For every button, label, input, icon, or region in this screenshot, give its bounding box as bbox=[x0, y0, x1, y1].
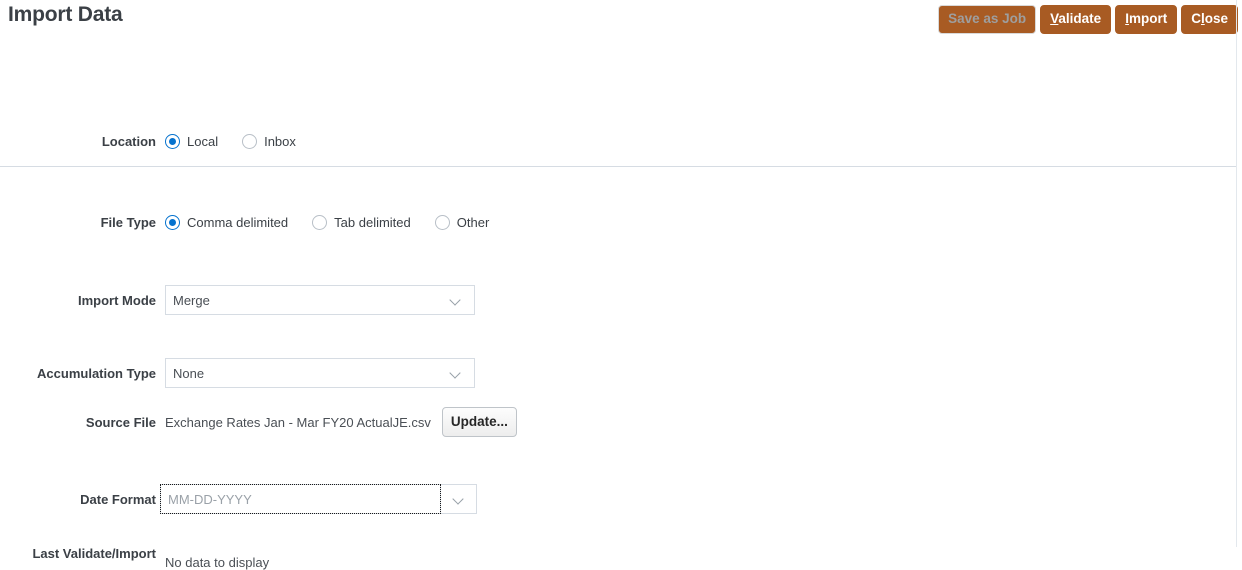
location-option-local-label: Local bbox=[187, 134, 219, 149]
file-type-option-other-label: Other bbox=[456, 215, 490, 230]
radio-icon bbox=[434, 215, 450, 230]
file-type-option-tab[interactable]: Tab delimited bbox=[312, 215, 411, 230]
source-file-label: Source File bbox=[85, 414, 156, 430]
location-radio-group: Local Inbox bbox=[156, 134, 296, 149]
action-button-bar: Save as Job Validate Import Close bbox=[938, 5, 1238, 34]
radio-icon bbox=[165, 134, 180, 149]
last-validate-import-label: Last Validate/Import bbox=[32, 546, 156, 561]
import-mode-select[interactable]: Merge bbox=[165, 285, 475, 315]
file-type-radio-group: Comma delimited Tab delimited Other bbox=[156, 215, 489, 230]
date-format-input[interactable]: MM-DD-YYYY bbox=[160, 484, 441, 514]
accumulation-type-select[interactable]: None bbox=[165, 358, 475, 388]
date-format-dropdown-button[interactable] bbox=[441, 484, 477, 514]
right-edge-rule bbox=[1236, 0, 1237, 547]
location-option-inbox[interactable]: Inbox bbox=[242, 134, 296, 149]
save-as-job-button[interactable]: Save as Job bbox=[938, 5, 1037, 34]
accumulation-type-value: None bbox=[173, 365, 205, 381]
radio-icon bbox=[165, 215, 180, 230]
import-mode-value: Merge bbox=[173, 292, 210, 308]
chevron-down-icon bbox=[450, 368, 461, 379]
radio-icon bbox=[312, 215, 328, 230]
file-type-row: File Type Comma delimited Tab delimited … bbox=[0, 215, 489, 230]
source-file-value: Exchange Rates Jan - Mar FY20 ActualJE.c… bbox=[165, 414, 431, 430]
date-format-label: Date Format bbox=[80, 491, 156, 507]
accumulation-type-row: Accumulation Type None bbox=[0, 358, 475, 388]
file-type-option-other[interactable]: Other bbox=[434, 215, 490, 230]
import-mode-label: Import Mode bbox=[78, 292, 156, 308]
location-label: Location bbox=[101, 134, 156, 149]
last-validate-import-value-row: No data to display bbox=[165, 555, 269, 570]
file-type-option-tab-label: Tab delimited bbox=[334, 215, 411, 230]
page-header: Import Data Save as Job Validate Import … bbox=[0, 0, 1242, 46]
file-type-label: File Type bbox=[100, 215, 156, 230]
page-title: Import Data bbox=[8, 3, 123, 26]
save-as-job-label: Save as Job bbox=[948, 11, 1027, 26]
location-option-local[interactable]: Local bbox=[165, 134, 218, 149]
file-type-option-comma[interactable]: Comma delimited bbox=[165, 215, 288, 230]
source-file-row: Source File Exchange Rates Jan - Mar FY2… bbox=[0, 407, 517, 437]
close-label-prefix: C bbox=[1191, 11, 1201, 26]
validate-label: alidate bbox=[1058, 11, 1102, 26]
radio-icon bbox=[242, 134, 258, 149]
import-button[interactable]: Import bbox=[1115, 5, 1178, 34]
chevron-down-icon bbox=[453, 494, 464, 505]
update-source-file-button[interactable]: Update... bbox=[441, 407, 517, 437]
import-label: mport bbox=[1128, 11, 1168, 26]
accumulation-type-label: Accumulation Type bbox=[37, 365, 156, 381]
date-format-combobox: MM-DD-YYYY bbox=[160, 484, 477, 514]
close-label-suffix: ose bbox=[1204, 11, 1228, 26]
date-format-row: Date Format MM-DD-YYYY bbox=[0, 484, 477, 514]
last-validate-import-row: Last Validate/Import bbox=[0, 546, 156, 561]
section-divider bbox=[0, 166, 1236, 167]
validate-button[interactable]: Validate bbox=[1040, 5, 1112, 34]
close-button[interactable]: Close bbox=[1181, 5, 1238, 34]
file-type-option-comma-label: Comma delimited bbox=[187, 215, 289, 230]
location-option-inbox-label: Inbox bbox=[264, 134, 296, 149]
import-mode-row: Import Mode Merge bbox=[0, 285, 475, 315]
location-row: Location Local Inbox bbox=[0, 134, 296, 149]
chevron-down-icon bbox=[450, 295, 461, 306]
last-validate-import-value: No data to display bbox=[165, 555, 270, 570]
